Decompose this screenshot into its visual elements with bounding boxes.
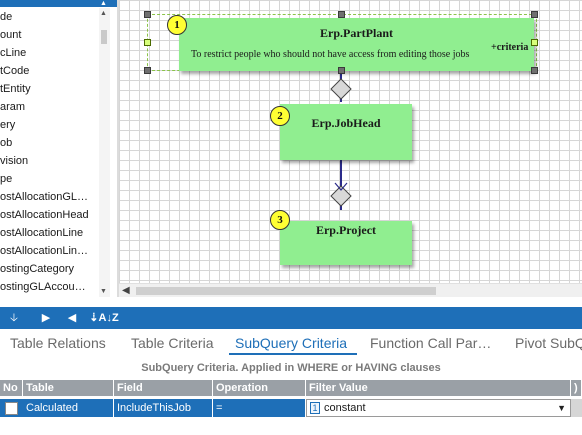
column-header-close-paren[interactable]: ) <box>571 380 582 396</box>
tab-subquery-criteria[interactable]: SubQuery Criteria <box>235 335 347 351</box>
column-header-field[interactable]: Field <box>114 380 213 396</box>
filter-value-text: constant <box>324 402 366 414</box>
grid-toolbar: 🡣 ▶ ◀ ⇣A↓Z <box>0 307 582 329</box>
entity-criteria-label: +criteria <box>491 42 529 53</box>
tab-table-relations[interactable]: Table Relations <box>10 335 106 351</box>
constant-type-icon: 1 <box>310 402 320 414</box>
table-list: de ount cLine tCode tEntity aram ery ob … <box>0 8 102 296</box>
list-item[interactable]: ostAllocationLine <box>0 224 102 242</box>
list-vertical-scrollbar[interactable]: ▲ ▼ <box>99 8 110 297</box>
column-header-filter-value[interactable]: Filter Value <box>306 380 571 396</box>
entity-title: Erp.PartPlant <box>320 26 393 40</box>
scroll-down-icon[interactable]: ▼ <box>100 288 107 295</box>
column-header-table[interactable]: Table <box>23 380 114 396</box>
entity-partplant[interactable]: Erp.PartPlant To restrict people who sho… <box>179 18 534 71</box>
scrollbar-thumb[interactable] <box>136 287 436 295</box>
entity-description: To restrict people who should not have a… <box>191 49 470 60</box>
list-item[interactable]: pe <box>0 170 102 188</box>
row-checkbox[interactable] <box>5 402 18 415</box>
relation-arrow-diamond-icon[interactable] <box>330 182 352 208</box>
column-header-no[interactable]: No <box>0 380 23 396</box>
cell-field[interactable]: IncludeThisJob <box>114 399 213 417</box>
active-tab-indicator <box>229 353 357 355</box>
entity-number-badge: 2 <box>270 106 290 126</box>
list-item[interactable]: ery <box>0 116 102 134</box>
dropdown-arrow-icon[interactable]: ▼ <box>557 400 566 417</box>
entity-number-badge: 3 <box>270 210 290 230</box>
resize-handle[interactable] <box>531 11 538 18</box>
list-item[interactable]: tEntity <box>0 80 102 98</box>
list-item[interactable]: de <box>0 8 102 26</box>
collapse-arrow-icon[interactable]: ▲ <box>100 0 107 7</box>
list-header-bar: ▲ <box>0 0 117 7</box>
resize-handle[interactable] <box>338 11 345 18</box>
panel-gap <box>0 297 582 307</box>
list-item[interactable]: ostAllocationGL… <box>0 188 102 206</box>
resize-handle[interactable] <box>338 67 345 74</box>
list-item[interactable]: ob <box>0 134 102 152</box>
cell-table[interactable]: Calculated <box>23 399 114 417</box>
scrollbar-thumb[interactable] <box>101 30 107 44</box>
tab-pivot-subquery[interactable]: Pivot SubQ <box>515 335 582 351</box>
list-item[interactable]: vision <box>0 152 102 170</box>
list-item[interactable]: cLine <box>0 44 102 62</box>
cell-operation[interactable]: = <box>213 399 306 417</box>
down-arrow-icon[interactable]: 🡣 <box>6 307 22 329</box>
resize-handle[interactable] <box>531 67 538 74</box>
entity-project[interactable]: Erp.Project <box>280 221 412 265</box>
column-header-operation[interactable]: Operation <box>213 380 306 396</box>
section-caption: SubQuery Criteria. Applied in WHERE or H… <box>141 362 441 374</box>
criteria-grid-header: No Table Field Operation Filter Value ) <box>0 380 582 396</box>
list-item[interactable]: ostAllocationHead <box>0 206 102 224</box>
list-item[interactable]: ostingCategory <box>0 260 102 278</box>
entity-number-badge: 1 <box>167 15 187 35</box>
filter-value-dropdown[interactable]: 1 constant ▼ <box>306 399 571 417</box>
list-item[interactable]: ostAllocationLin… <box>0 242 102 260</box>
connection-handle[interactable] <box>531 39 538 46</box>
left-triangle-icon[interactable]: ◀ <box>64 307 80 329</box>
tab-function-call-parameters[interactable]: Function Call Par… <box>370 335 491 351</box>
connection-handle[interactable] <box>144 39 151 46</box>
resize-handle[interactable] <box>144 11 151 18</box>
entity-title: Erp.Project <box>315 223 377 237</box>
right-triangle-icon[interactable]: ▶ <box>38 307 54 329</box>
scroll-up-icon[interactable]: ▲ <box>100 10 107 17</box>
canvas-horizontal-scrollbar[interactable]: ◀ <box>119 283 582 297</box>
row-end-cell <box>571 399 582 417</box>
list-item[interactable]: aram <box>0 98 102 116</box>
row-number-cell[interactable] <box>0 399 23 417</box>
entity-title: Erp.JobHead <box>311 116 381 130</box>
query-diagram-canvas[interactable]: Erp.PartPlant To restrict people who sho… <box>119 0 582 283</box>
list-item[interactable]: ount <box>0 26 102 44</box>
sort-az-icon[interactable]: ⇣A↓Z <box>84 307 124 329</box>
list-item[interactable]: tCode <box>0 62 102 80</box>
list-item[interactable]: ostingGLAccou… <box>0 278 102 296</box>
relation-diamond-icon[interactable] <box>330 78 352 100</box>
scroll-left-icon[interactable]: ◀ <box>122 284 130 298</box>
table-list-panel: ▲ de ount cLine tCode tEntity aram ery o… <box>0 0 117 297</box>
resize-handle[interactable] <box>144 67 151 74</box>
entity-jobhead[interactable]: Erp.JobHead <box>280 104 412 160</box>
tab-table-criteria[interactable]: Table Criteria <box>131 335 213 351</box>
